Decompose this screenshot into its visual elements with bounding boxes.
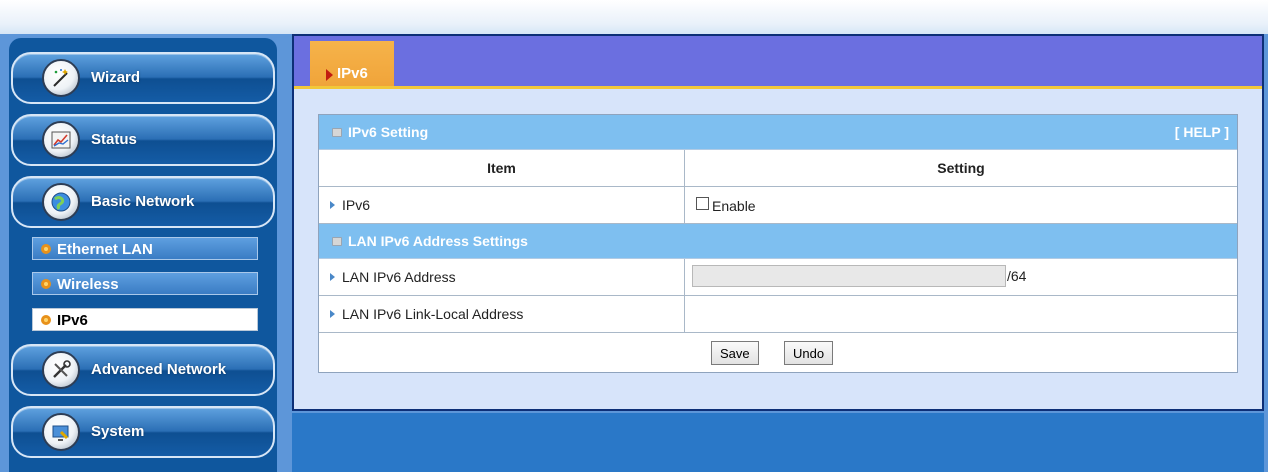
sidebar-subitem-ipv6[interactable]: IPv6: [32, 308, 258, 331]
sidebar: Wizard Status Basic Network Ethernet LAN…: [9, 38, 277, 472]
table-row-link-local-address: LAN IPv6 Link-Local Address: [319, 296, 1237, 333]
arrow-right-icon: [326, 69, 333, 81]
ipv6-enable-label[interactable]: Enable: [712, 198, 756, 214]
arrow-right-icon: [330, 201, 335, 209]
bullet-icon: [41, 279, 51, 289]
wizard-wand-icon: [42, 59, 80, 97]
lan-ipv6-address-input[interactable]: [692, 265, 1006, 287]
settings-table: IPv6 Setting [ HELP ] Item Setting IPv6 …: [318, 114, 1238, 373]
sidebar-item-system[interactable]: System: [11, 406, 275, 458]
sidebar-subitem-label: Wireless: [57, 276, 119, 293]
sidebar-item-advanced-network[interactable]: Advanced Network: [11, 344, 275, 396]
column-header-label: Setting: [937, 160, 985, 176]
arrow-right-icon: [330, 273, 335, 281]
status-chart-icon: [42, 121, 80, 159]
row-label: IPv6: [342, 197, 371, 213]
table-row-lan-ipv6-address: LAN IPv6 Address /64: [319, 259, 1237, 296]
section-header-ipv6-setting: IPv6 Setting [ HELP ]: [319, 115, 1237, 150]
sidebar-subitem-label: Ethernet LAN: [57, 241, 153, 258]
content-panel: IPv6 IPv6 Setting [ HELP ] Item Setting …: [292, 34, 1264, 411]
bullet-icon: [41, 244, 51, 254]
section-title: LAN IPv6 Address Settings: [348, 233, 528, 249]
section-header-lan-ipv6: LAN IPv6 Address Settings: [319, 224, 1237, 259]
sidebar-item-wizard[interactable]: Wizard: [11, 52, 275, 104]
sidebar-item-label: System: [91, 423, 145, 440]
row-label: LAN IPv6 Address: [342, 269, 456, 285]
top-banner: [0, 0, 1268, 34]
section-icon: [332, 128, 342, 137]
sidebar-item-label: Advanced Network: [91, 361, 227, 378]
sidebar-subitem-label: IPv6: [57, 312, 88, 329]
table-header-row: Item Setting: [319, 150, 1237, 187]
ipv6-enable-checkbox[interactable]: [696, 197, 709, 210]
page-title-tab: IPv6: [310, 41, 394, 86]
page-title: IPv6: [337, 65, 368, 82]
sidebar-item-label: Basic Network: [91, 193, 195, 210]
button-row: Save Undo: [319, 333, 1237, 372]
save-button[interactable]: Save: [711, 341, 759, 365]
sidebar-item-status[interactable]: Status: [11, 114, 275, 166]
sidebar-subitem-ethernet-lan[interactable]: Ethernet LAN: [32, 237, 258, 260]
header-divider: [294, 86, 1262, 89]
prefix-length-suffix: /64: [1007, 268, 1027, 284]
bullet-icon: [41, 315, 51, 325]
sidebar-item-basic-network[interactable]: Basic Network: [11, 176, 275, 228]
sidebar-item-label: Wizard: [91, 69, 141, 86]
system-icon: [42, 413, 80, 451]
undo-button[interactable]: Undo: [784, 341, 834, 365]
globe-icon: [42, 183, 80, 221]
row-label: LAN IPv6 Link-Local Address: [342, 306, 524, 322]
row-label-cell: LAN IPv6 Address: [319, 259, 685, 295]
row-setting-cell: [685, 296, 1237, 332]
column-header-setting: Setting: [685, 150, 1237, 186]
row-setting-cell: Enable: [685, 187, 1237, 223]
arrow-right-icon: [330, 310, 335, 318]
section-title: IPv6 Setting: [348, 124, 429, 140]
column-header-item: Item: [319, 150, 685, 186]
sidebar-subitem-wireless[interactable]: Wireless: [32, 272, 258, 295]
row-setting-cell: /64: [685, 259, 1237, 295]
row-label-cell: IPv6: [319, 187, 685, 223]
table-row-ipv6: IPv6 Enable: [319, 187, 1237, 224]
help-link[interactable]: [ HELP ]: [1175, 124, 1229, 140]
row-label-cell: LAN IPv6 Link-Local Address: [319, 296, 685, 332]
tools-icon: [42, 351, 80, 389]
sidebar-item-label: Status: [91, 131, 137, 148]
bottom-band: [292, 413, 1264, 472]
panel-header: IPv6: [294, 36, 1262, 86]
column-header-label: Item: [487, 160, 516, 176]
section-icon: [332, 237, 342, 246]
